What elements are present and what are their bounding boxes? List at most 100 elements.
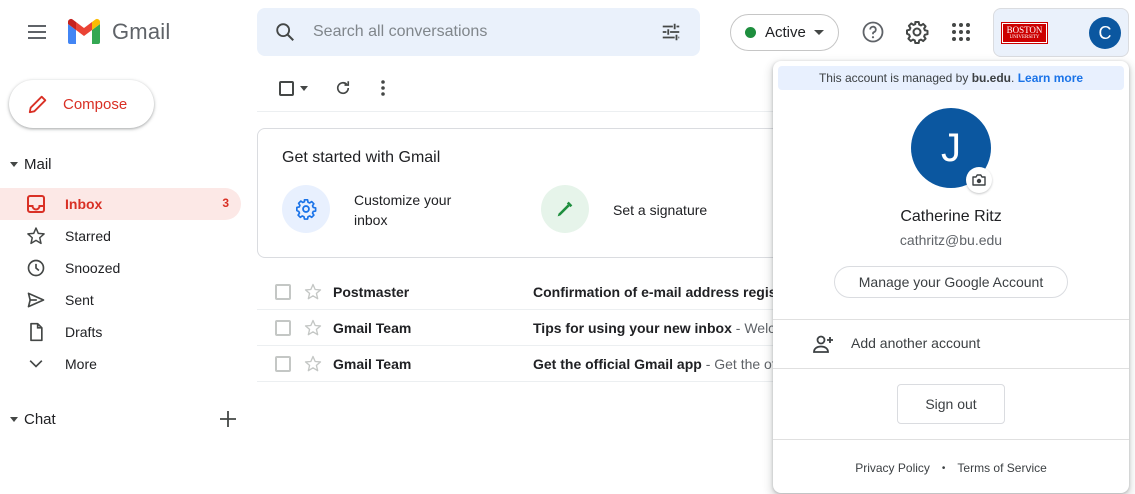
- table-row[interactable]: Postmaster Confirmation of e-mail addres…: [257, 274, 857, 310]
- email-subject-line: Confirmation of e-mail address regist: [533, 284, 773, 300]
- start-chat-button[interactable]: [214, 405, 242, 433]
- search-button[interactable]: [265, 12, 305, 52]
- change-photo-button[interactable]: [966, 167, 992, 193]
- support-button[interactable]: [853, 12, 893, 52]
- table-row[interactable]: Gmail Team Tips for using your new inbox…: [257, 310, 857, 346]
- top-bar: Gmail Active: [0, 0, 1135, 64]
- clock-icon: [26, 258, 46, 278]
- set-signature-button[interactable]: [541, 185, 589, 233]
- footer-separator: •: [941, 462, 946, 474]
- customize-inbox-button[interactable]: [282, 185, 330, 233]
- compose-label: Compose: [63, 95, 128, 113]
- customize-inbox-label[interactable]: Customize your inbox: [354, 190, 474, 230]
- account-switcher[interactable]: BOSTON UNIVERSITY C: [993, 8, 1129, 57]
- email-subject: Get the official Gmail app: [533, 356, 702, 372]
- email-subject-line: Get the official Gmail app - Get the of: [533, 356, 773, 372]
- refresh-icon: [336, 81, 350, 95]
- apps-grid-icon: [952, 23, 970, 41]
- status-selector[interactable]: Active: [730, 14, 839, 51]
- search-input[interactable]: [313, 20, 643, 44]
- caret-down-icon: [10, 161, 18, 167]
- star-icon[interactable]: [303, 354, 323, 374]
- email-subject-line: Tips for using your new inbox - Welco: [533, 320, 773, 336]
- account-email: cathritz@bu.edu: [899, 232, 1003, 248]
- row-checkbox[interactable]: [275, 356, 291, 372]
- sidebar-item-label: Drafts: [65, 324, 103, 340]
- gear-icon: [296, 199, 317, 220]
- learn-more-link[interactable]: Learn more: [1018, 71, 1083, 85]
- popup-footer: Privacy Policy • Terms of Service: [773, 459, 1129, 477]
- sidebar-item-snoozed[interactable]: Snoozed: [0, 252, 241, 284]
- sidebar-item-more[interactable]: More: [0, 348, 241, 380]
- select-all-checkbox[interactable]: [275, 76, 311, 100]
- get-started-card: Get started with Gmail Customize your in…: [257, 128, 857, 258]
- email-subject: Confirmation of e-mail address regist: [533, 284, 773, 300]
- managed-prefix: This account is managed by: [818, 71, 972, 85]
- more-vert-icon: [381, 80, 385, 96]
- divider: [773, 439, 1129, 440]
- privacy-policy-link[interactable]: Privacy Policy: [855, 461, 930, 475]
- compose-button[interactable]: Compose: [9, 80, 154, 128]
- settings-button[interactable]: [897, 12, 937, 52]
- email-snippet: - Welco: [735, 320, 773, 336]
- star-icon: [26, 226, 46, 246]
- sidebar-item-inbox[interactable]: Inbox 3: [0, 188, 241, 220]
- row-checkbox[interactable]: [275, 320, 291, 336]
- sidebar-item-starred[interactable]: Starred: [0, 220, 241, 252]
- email-sender: Gmail Team: [333, 320, 412, 336]
- sidebar-item-label: Snoozed: [65, 260, 121, 276]
- manage-account-button[interactable]: Manage your Google Account: [834, 266, 1068, 298]
- managed-account-notice: This account is managed by bu.edu. Learn…: [778, 66, 1124, 90]
- draft-icon: [26, 322, 46, 342]
- email-subject: Tips for using your new inbox: [533, 320, 732, 336]
- apps-button[interactable]: [941, 12, 981, 52]
- divider: [773, 368, 1129, 369]
- tune-icon: [662, 23, 680, 41]
- get-started-title: Get started with Gmail: [282, 149, 441, 166]
- pen-icon: [557, 201, 573, 217]
- account-name: Catherine Ritz: [900, 208, 1002, 225]
- send-icon: [26, 290, 46, 310]
- unread-count: 3: [222, 196, 229, 210]
- help-icon: [862, 21, 884, 43]
- more-actions-button[interactable]: [371, 76, 395, 100]
- refresh-button[interactable]: [331, 76, 355, 100]
- pencil-icon: [28, 95, 47, 114]
- search-bar: [257, 8, 700, 56]
- sidebar-item-label: Sent: [65, 292, 94, 308]
- gmail-logo[interactable]: Gmail: [66, 17, 176, 47]
- star-icon[interactable]: [303, 282, 323, 302]
- status-dot: [745, 27, 756, 38]
- terms-of-service-link[interactable]: Terms of Service: [957, 461, 1046, 475]
- search-options-button[interactable]: [651, 12, 691, 52]
- set-signature-label[interactable]: Set a signature: [613, 200, 707, 220]
- boston-university-logo: BOSTON UNIVERSITY: [1001, 22, 1048, 44]
- sidebar-item-label: Starred: [65, 228, 111, 244]
- inbox-icon: [26, 194, 46, 214]
- table-row[interactable]: Gmail Team Get the official Gmail app - …: [257, 346, 857, 382]
- add-account-button[interactable]: Add another account: [773, 320, 1129, 368]
- mail-section-label: Mail: [24, 155, 52, 173]
- account-popup: This account is managed by bu.edu. Learn…: [773, 61, 1129, 493]
- sidebar-item-label: Inbox: [65, 196, 103, 212]
- star-icon[interactable]: [303, 318, 323, 338]
- email-snippet: - Get the of: [701, 356, 773, 372]
- gear-icon: [906, 21, 929, 44]
- app-name: Gmail: [112, 19, 171, 44]
- email-sender: Gmail Team: [333, 356, 412, 372]
- search-icon: [276, 23, 294, 41]
- main-menu-button[interactable]: [13, 8, 61, 56]
- sign-out-button[interactable]: Sign out: [897, 384, 1005, 424]
- sidebar-item-drafts[interactable]: Drafts: [0, 316, 241, 348]
- plus-icon: [220, 411, 236, 427]
- mail-toolbar: [257, 64, 777, 112]
- add-account-label: Add another account: [851, 335, 981, 351]
- camera-icon: [972, 174, 986, 186]
- sidebar-item-sent[interactable]: Sent: [0, 284, 241, 316]
- account-avatar[interactable]: C: [1089, 17, 1121, 49]
- chat-section-header[interactable]: Chat: [0, 407, 56, 431]
- person-add-icon: [813, 335, 833, 353]
- mail-section-header[interactable]: Mail: [0, 152, 52, 176]
- row-checkbox[interactable]: [275, 284, 291, 300]
- chevron-down-icon: [26, 354, 46, 374]
